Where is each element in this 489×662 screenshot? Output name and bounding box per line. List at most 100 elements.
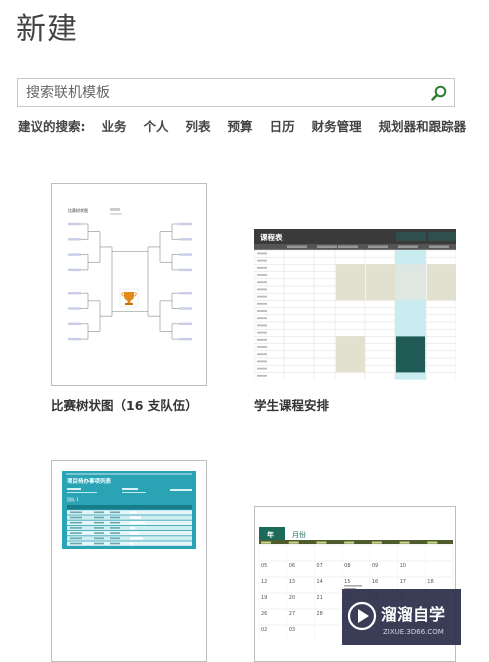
todo-row [67, 531, 192, 536]
schedule-time-label [257, 360, 267, 363]
schedule-day-header [317, 245, 337, 248]
schedule-time-label [257, 353, 267, 356]
todo-row [67, 520, 192, 525]
schedule-class-block [396, 336, 425, 373]
schedule-class-block [396, 264, 425, 301]
suggested-link-business[interactable]: 业务 [102, 116, 127, 135]
watermark-url: ZIXUE.3D66.COM [383, 628, 444, 636]
todo-progress-bar [130, 521, 145, 524]
calendar-day-number: 09 [372, 563, 378, 569]
todo-row [67, 515, 192, 520]
schedule-time-label [257, 324, 267, 327]
bracket-slot [68, 253, 81, 256]
calendar-day-number: 07 [316, 563, 322, 569]
schedule-time-label [257, 338, 267, 341]
template-card-schedule[interactable]: 课程表 [254, 229, 456, 385]
search-input[interactable] [18, 79, 418, 106]
calendar-day-number: 02 [261, 627, 267, 633]
suggested-link-personal[interactable]: 个人 [144, 116, 169, 135]
schedule-day-header [398, 245, 418, 248]
calendar-day-number: 20 [289, 595, 295, 601]
calendar-day-number: 19 [261, 595, 267, 601]
calendar-day-number: 17 [400, 579, 406, 585]
template-card-todo[interactable]: 项目待办事项列表 团队 1 [51, 460, 207, 662]
bracket-slot [68, 222, 81, 226]
todo-row [67, 525, 192, 531]
calendar-day-number: 12 [261, 579, 267, 585]
calendar-month-label: 月份 [292, 530, 306, 539]
schedule-time-label [257, 281, 267, 284]
todo-progress-bar [130, 511, 137, 514]
schedule-day-header [338, 245, 358, 248]
template-caption-schedule: 学生课程安排 [254, 398, 330, 413]
todo-thumbnail: 项目待办事项列表 团队 1 [62, 471, 196, 549]
suggested-link-list[interactable]: 列表 [186, 116, 211, 135]
calendar-day-number: 03 [289, 627, 295, 633]
todo-row [67, 505, 192, 510]
bracket-slot [179, 238, 192, 241]
calendar-day-number: 14 [316, 579, 322, 585]
schedule-day-header [287, 245, 307, 248]
todo-row [67, 510, 192, 515]
bracket-slot [68, 292, 81, 295]
schedule-time-label [257, 266, 267, 269]
schedule-time-label [257, 302, 267, 305]
schedule-day-header [368, 245, 388, 248]
bracket-slot [179, 307, 192, 310]
calendar-day-number: 27 [289, 611, 295, 617]
calendar-day-number: 26 [261, 611, 267, 617]
schedule-time-label [257, 367, 267, 370]
template-caption-bracket: 比赛树状图（16 支队伍） [51, 398, 198, 413]
todo-progress-bar [130, 516, 141, 519]
calendar-day-number: 06 [289, 563, 295, 569]
search-box[interactable] [17, 78, 455, 107]
bracket-slot [179, 292, 192, 295]
suggested-link-calendar[interactable]: 日历 [270, 116, 295, 135]
calendar-day-number: 15 [344, 579, 350, 585]
suggested-link-finance[interactable]: 财务管理 [312, 116, 362, 135]
suggested-label: 建议的搜索: [18, 118, 86, 134]
todo-row [67, 541, 192, 546]
schedule-class-block [427, 264, 456, 301]
suggested-link-budget[interactable]: 预算 [228, 116, 253, 135]
bracket-slot [179, 268, 192, 272]
todo-progress-bar [130, 542, 133, 545]
calendar-year-label: 年 [267, 530, 274, 539]
bracket-slot [68, 337, 81, 341]
watermark-badge: 溜溜自学 ZIXUE.3D66.COM [342, 589, 461, 645]
schedule-time-label [257, 374, 267, 377]
calendar-day-number: 28 [316, 611, 322, 617]
todo-thumb-sub: 团队 1 [67, 496, 79, 502]
page-title: 新建 [16, 12, 78, 47]
todo-thumb-heading: 项目待办事项列表 [67, 477, 112, 485]
bracket-slot [68, 307, 81, 310]
todo-progress-bar [130, 532, 139, 535]
search-icon[interactable] [430, 84, 448, 102]
schedule-thumbnail: 课程表 [254, 229, 456, 380]
calendar-day-number: 08 [344, 563, 350, 569]
calendar-day-number: 18 [427, 579, 433, 585]
calendar-day-number: 13 [289, 579, 295, 585]
schedule-class-block [336, 336, 365, 373]
bracket-thumbnail: 比赛树状图 [68, 207, 192, 341]
todo-progress-bar [130, 537, 143, 540]
watermark-brand: 溜溜自学 [381, 605, 445, 624]
calendar-event [344, 585, 363, 587]
schedule-time-label [257, 331, 267, 334]
template-card-bracket[interactable]: 比赛树状图 [51, 183, 207, 386]
todo-progress-bar [130, 526, 135, 530]
bracket-slot [179, 253, 192, 256]
calendar-day-number: 10 [400, 563, 406, 569]
schedule-day-header [429, 245, 449, 248]
bracket-slot [179, 322, 192, 325]
schedule-time-label [257, 274, 267, 276]
bracket-slot [179, 222, 192, 226]
calendar-day-number: 21 [316, 595, 322, 601]
suggested-searches: 建议的搜索: 业务 个人 列表 预算 日历 财务管理 规划器和跟踪器 [18, 116, 466, 134]
calendar-day-number: 05 [261, 563, 267, 569]
schedule-time-label [257, 295, 267, 298]
schedule-time-label [257, 259, 267, 262]
suggested-link-planner[interactable]: 规划器和跟踪器 [379, 116, 467, 135]
bracket-thumb-heading: 比赛树状图 [68, 207, 88, 213]
bracket-slot [68, 322, 81, 325]
